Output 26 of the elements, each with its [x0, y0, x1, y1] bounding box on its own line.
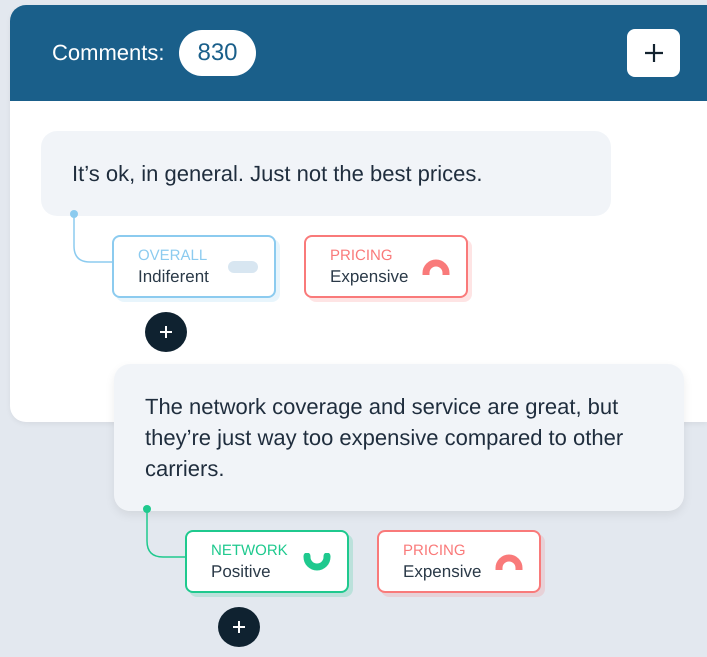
- add-button[interactable]: [218, 607, 260, 647]
- tag-label: OVERALL: [138, 246, 208, 264]
- comment-bubble: It’s ok, in general. Just not the best prices.: [41, 131, 611, 216]
- plus-icon: [644, 43, 664, 63]
- smile-icon: [303, 552, 331, 570]
- frown-icon: [495, 554, 523, 570]
- plus-icon: [232, 620, 246, 634]
- tag-value: Expensive: [330, 266, 408, 286]
- comments-title: Comments:: [52, 40, 164, 66]
- tag-label: NETWORK: [211, 542, 288, 558]
- tag-value: Positive: [211, 562, 272, 582]
- tag-label: PRICING: [330, 246, 394, 264]
- tag-value: Indiferent: [138, 266, 209, 286]
- plus-icon: [159, 325, 173, 339]
- sentiment-tag[interactable]: OVERALL Indiferent: [112, 235, 276, 298]
- sentiment-tag[interactable]: PRICING Expensive: [377, 530, 541, 593]
- neutral-icon: [228, 260, 258, 272]
- add-button[interactable]: [145, 312, 187, 352]
- sentiment-tag[interactable]: NETWORK Positive: [185, 530, 349, 593]
- comment-bubble: The network coverage and service are great, but they’re just way too expensive compared to other carriers.: [114, 364, 684, 511]
- tag-label: PRICING: [403, 542, 467, 558]
- comment-count: 830: [179, 30, 256, 76]
- sentiment-tag[interactable]: PRICING Expensive: [304, 235, 468, 298]
- tag-value: Expensive: [403, 562, 482, 582]
- frown-icon: [422, 258, 450, 274]
- add-comment-button[interactable]: [627, 29, 680, 77]
